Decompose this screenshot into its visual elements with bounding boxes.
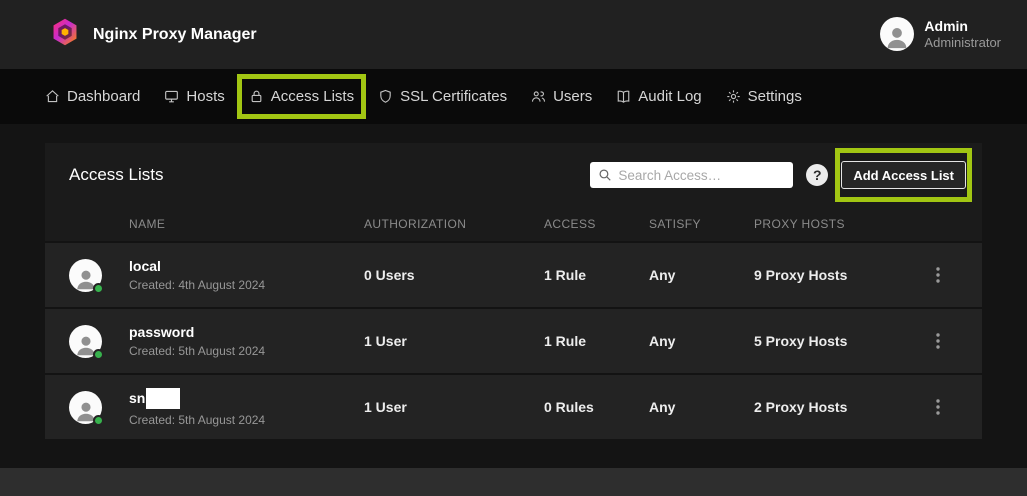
- proxy-hosts-cell: 2 Proxy Hosts: [754, 399, 918, 415]
- monitor-icon: [164, 89, 179, 104]
- access-list-name: local: [129, 258, 161, 274]
- search-box[interactable]: [590, 162, 793, 188]
- search-input[interactable]: [618, 168, 785, 183]
- access-cell: 1 Rule: [544, 267, 649, 283]
- access-list-name: password: [129, 324, 194, 340]
- home-icon: [45, 89, 60, 104]
- user-menu[interactable]: Admin Administrator: [880, 17, 1001, 52]
- access-cell: 1 Rule: [544, 333, 649, 349]
- topbar: Nginx Proxy Manager Admin Administrator: [0, 0, 1027, 69]
- table-row[interactable]: sn Created: 5th August 2024 1 User 0 Rul…: [45, 373, 982, 439]
- kebab-menu-icon: [936, 399, 940, 415]
- redacted-name-box: [146, 388, 180, 409]
- user-avatar: [880, 17, 914, 51]
- name-cell: password Created: 5th August 2024: [129, 324, 364, 358]
- authorization-cell: 0 Users: [364, 267, 544, 283]
- footer-strip: [0, 468, 1027, 496]
- gear-icon: [726, 89, 741, 104]
- nav-label: Access Lists: [271, 88, 354, 105]
- screen: Nginx Proxy Manager Admin Administrator …: [0, 0, 1027, 496]
- lock-icon: [249, 89, 264, 104]
- column-header-access: ACCESS: [544, 217, 649, 231]
- main-nav: Dashboard Hosts Access Lists SSL Certifi…: [0, 69, 1027, 124]
- authorization-cell: 1 User: [364, 399, 544, 415]
- column-header-satisfy: SATISFY: [649, 217, 754, 231]
- nav-item-hosts[interactable]: Hosts: [164, 88, 224, 105]
- column-header-authorization: AUTHORIZATION: [364, 217, 544, 231]
- nav-label: Hosts: [186, 88, 224, 105]
- nav-item-audit-log[interactable]: Audit Log: [616, 88, 701, 105]
- access-list-name: sn: [129, 390, 145, 406]
- access-cell: 0 Rules: [544, 399, 649, 415]
- header-controls: ? Add Access List: [590, 161, 966, 189]
- column-header-proxy-hosts: PROXY HOSTS: [754, 217, 918, 231]
- add-access-list-button[interactable]: Add Access List: [841, 161, 966, 189]
- person-icon: [883, 23, 911, 51]
- app-logo-icon: [50, 17, 80, 52]
- nav-label: SSL Certificates: [400, 88, 507, 105]
- brand[interactable]: Nginx Proxy Manager: [50, 17, 257, 52]
- nav-item-ssl-certificates[interactable]: SSL Certificates: [378, 88, 507, 105]
- nav-label: Settings: [748, 88, 802, 105]
- nav-label: Users: [553, 88, 592, 105]
- access-lists-card: Access Lists ? Add Access List: [45, 143, 982, 439]
- book-icon: [616, 89, 631, 104]
- table-header: NAME AUTHORIZATION ACCESS SATISFY PROXY …: [45, 207, 982, 241]
- nav-item-dashboard[interactable]: Dashboard: [45, 88, 140, 105]
- nav-label: Dashboard: [67, 88, 140, 105]
- kebab-menu-icon: [936, 333, 940, 349]
- row-avatar: [69, 325, 102, 358]
- nav-item-access-lists[interactable]: Access Lists: [249, 88, 354, 105]
- user-name: Admin: [924, 17, 1001, 35]
- proxy-hosts-cell: 5 Proxy Hosts: [754, 333, 918, 349]
- row-menu-button[interactable]: [932, 395, 944, 419]
- user-role: Administrator: [924, 35, 1001, 52]
- authorization-cell: 1 User: [364, 333, 544, 349]
- content-area: Access Lists ? Add Access List: [0, 124, 1027, 468]
- row-menu-button[interactable]: [932, 263, 944, 287]
- search-icon: [598, 168, 612, 182]
- column-header-name: NAME: [129, 217, 364, 231]
- table-row[interactable]: local Created: 4th August 2024 0 Users 1…: [45, 241, 982, 307]
- table-row[interactable]: password Created: 5th August 2024 1 User…: [45, 307, 982, 373]
- created-date: Created: 5th August 2024: [129, 413, 364, 427]
- name-cell: local Created: 4th August 2024: [129, 258, 364, 292]
- satisfy-cell: Any: [649, 267, 754, 283]
- row-avatar: [69, 259, 102, 292]
- page-title: Access Lists: [69, 165, 163, 185]
- created-date: Created: 4th August 2024: [129, 278, 364, 292]
- satisfy-cell: Any: [649, 333, 754, 349]
- nav-item-users[interactable]: Users: [531, 88, 592, 105]
- satisfy-cell: Any: [649, 399, 754, 415]
- card-header: Access Lists ? Add Access List: [45, 143, 982, 207]
- users-icon: [531, 89, 546, 104]
- nav-label: Audit Log: [638, 88, 701, 105]
- shield-icon: [378, 89, 393, 104]
- online-status-dot: [93, 349, 104, 360]
- kebab-menu-icon: [936, 267, 940, 283]
- name-cell: sn Created: 5th August 2024: [129, 388, 364, 427]
- online-status-dot: [93, 415, 104, 426]
- help-button[interactable]: ?: [806, 164, 828, 186]
- row-menu-button[interactable]: [932, 329, 944, 353]
- app-title: Nginx Proxy Manager: [93, 26, 257, 44]
- created-date: Created: 5th August 2024: [129, 344, 364, 358]
- online-status-dot: [93, 283, 104, 294]
- nav-item-settings[interactable]: Settings: [726, 88, 802, 105]
- proxy-hosts-cell: 9 Proxy Hosts: [754, 267, 918, 283]
- row-avatar: [69, 391, 102, 424]
